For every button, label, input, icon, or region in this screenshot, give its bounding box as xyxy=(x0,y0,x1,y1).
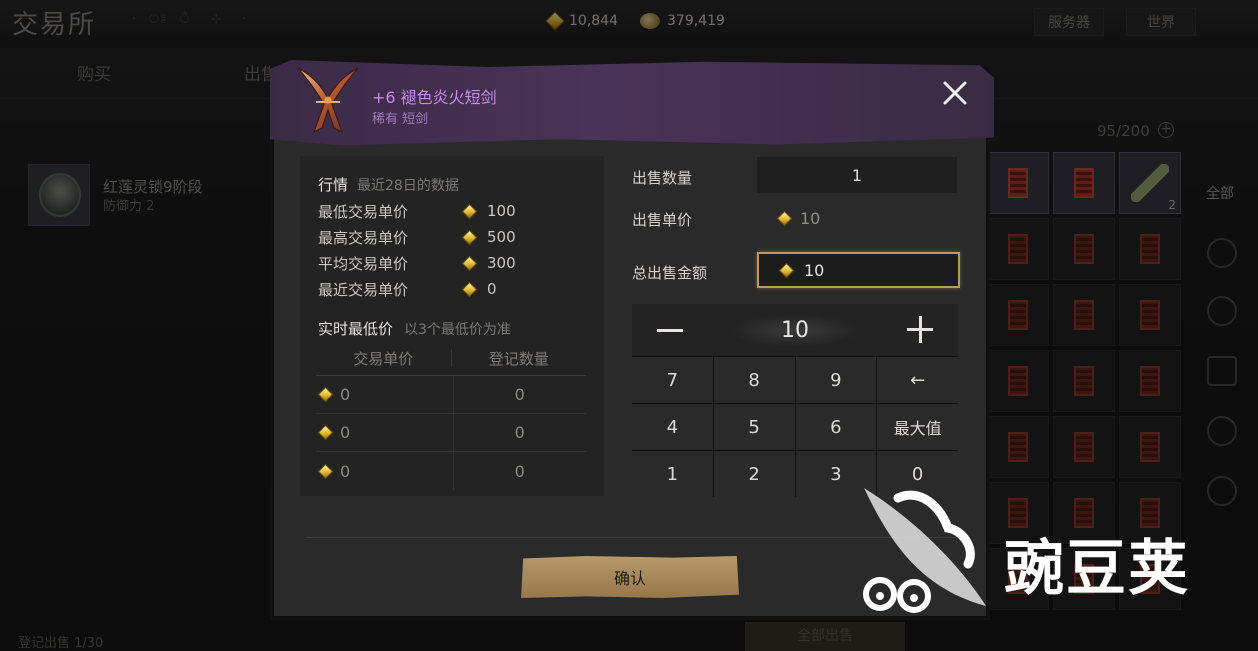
table-row: 0 0 xyxy=(316,414,586,452)
total-amount-value: 10 xyxy=(804,260,825,280)
price-value: 0 xyxy=(340,385,351,404)
keypad-value: 10 xyxy=(730,313,860,347)
stat-row-max: 最高交易单价 500 xyxy=(318,226,578,248)
count-cell: 0 xyxy=(514,385,525,404)
sell-quantity-field[interactable]: 1 xyxy=(757,157,957,193)
increment-button[interactable] xyxy=(902,312,938,348)
gem-icon xyxy=(776,210,793,227)
total-amount-field[interactable]: 10 xyxy=(757,252,960,288)
column-header-price: 交易单价 xyxy=(316,350,452,368)
total-amount-label: 总出售金额 xyxy=(632,264,708,282)
dialog-item-type: 稀有 短剑 xyxy=(372,112,429,127)
number-keypad: 10 7 8 9 ← 4 5 6 最大值 1 2 3 0 xyxy=(632,304,958,497)
realtime-price-table: 交易单价 登记数量 0 0 0 0 0 0 xyxy=(316,342,586,490)
gem-icon xyxy=(317,386,334,403)
key-6[interactable]: 6 xyxy=(795,404,877,450)
minus-icon xyxy=(657,328,683,332)
stat-label: 最近交易单价 xyxy=(318,280,409,299)
gem-icon xyxy=(461,281,478,297)
market-subtitle: 最近28日的数据 xyxy=(357,178,459,194)
key-4[interactable]: 4 xyxy=(632,404,713,450)
price-cell: 0 xyxy=(316,376,454,413)
table-row: 0 0 xyxy=(316,452,586,490)
stat-row-min: 最低交易单价 100 xyxy=(318,200,578,222)
price-cell: 0 xyxy=(316,414,454,451)
price-cell: 0 xyxy=(316,452,454,490)
stat-row-avg: 平均交易单价 300 xyxy=(318,252,578,274)
key-1[interactable]: 1 xyxy=(632,451,713,497)
decrement-button[interactable] xyxy=(652,312,688,348)
key-8[interactable]: 8 xyxy=(713,357,795,403)
close-icon xyxy=(943,81,967,105)
backspace-key[interactable]: ← xyxy=(877,357,958,403)
stat-value: 0 xyxy=(487,280,497,298)
dialog-item-name: +6 褪色炎火短剑 xyxy=(372,88,497,107)
gem-icon xyxy=(461,229,478,245)
stat-value: 100 xyxy=(487,202,516,220)
key-0[interactable]: 0 xyxy=(877,451,958,497)
unit-price-label: 出售单价 xyxy=(632,211,693,229)
stat-label: 平均交易单价 xyxy=(318,254,409,273)
stat-label: 最低交易单价 xyxy=(318,202,409,221)
key-2[interactable]: 2 xyxy=(713,451,795,497)
realtime-subtitle: 以3个最低价为准 xyxy=(404,322,511,338)
gem-icon xyxy=(317,424,334,441)
stat-label: 最高交易单价 xyxy=(318,228,409,247)
gem-icon xyxy=(778,262,795,278)
table-row: 0 0 xyxy=(316,376,586,414)
count-cell: 0 xyxy=(514,461,525,481)
price-value: 0 xyxy=(340,423,351,442)
gem-icon xyxy=(461,203,478,219)
sell-dialog: +6 褪色炎火短剑 稀有 短剑 行情 最近28日的数据 最低交易单价 100 最… xyxy=(270,60,994,618)
max-value-key[interactable]: 最大值 xyxy=(877,404,958,450)
column-header-count: 登记数量 xyxy=(488,350,549,368)
price-value: 0 xyxy=(340,461,351,481)
dagger-item-icon xyxy=(297,67,359,134)
stat-value: 500 xyxy=(487,228,516,246)
count-cell: 0 xyxy=(514,423,525,442)
sell-quantity-label: 出售数量 xyxy=(632,169,693,187)
stat-row-recent: 最近交易单价 0 xyxy=(318,278,578,300)
key-9[interactable]: 9 xyxy=(795,357,877,403)
key-3[interactable]: 3 xyxy=(795,451,877,497)
keypad-grid: 7 8 9 ← 4 5 6 最大值 1 2 3 0 xyxy=(632,356,958,497)
market-title: 行情 xyxy=(318,176,349,194)
unit-price-value: 10 xyxy=(800,209,821,228)
gem-icon xyxy=(461,255,478,271)
key-7[interactable]: 7 xyxy=(632,357,713,403)
keypad-stepper: 10 xyxy=(632,304,958,356)
stat-value: 300 xyxy=(487,254,516,272)
key-5[interactable]: 5 xyxy=(713,404,795,450)
confirm-button[interactable]: 确认 xyxy=(521,556,739,598)
table-header: 交易单价 登记数量 xyxy=(316,342,586,376)
close-button[interactable] xyxy=(938,76,972,110)
unit-price-display: 10 xyxy=(776,209,821,228)
market-info-panel: 行情 最近28日的数据 最低交易单价 100 最高交易单价 500 平均交易单价… xyxy=(300,156,604,496)
realtime-title: 实时最低价 xyxy=(318,320,394,338)
gem-icon xyxy=(317,463,334,479)
dialog-divider xyxy=(306,537,956,538)
